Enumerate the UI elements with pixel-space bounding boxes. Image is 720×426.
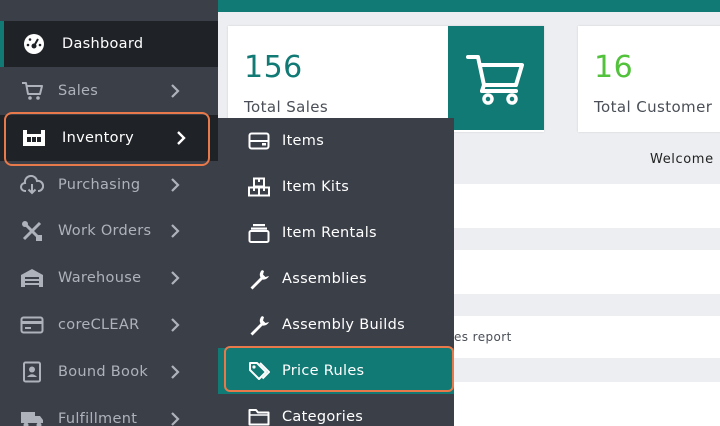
- wrench-icon: [248, 269, 270, 290]
- submenu-item-label: Assemblies: [282, 271, 367, 287]
- sidebar-item-label: coreCLEAR: [58, 317, 140, 333]
- sidebar-item-label: Dashboard: [62, 36, 144, 52]
- app-window: 156 Total Sales 16 Total Customer Welcom…: [0, 0, 720, 426]
- total-sales-caption: Total Sales: [244, 98, 329, 116]
- sidebar-item-purchasing[interactable]: Purchasing: [0, 162, 218, 208]
- total-sales-number: 156: [244, 50, 303, 85]
- chevron-right-icon: [171, 224, 180, 238]
- sidebar-item-warehouse[interactable]: Warehouse: [0, 255, 218, 301]
- inventory-highlight: [4, 112, 210, 166]
- total-customers-card[interactable]: 16 Total Customer: [578, 26, 720, 132]
- chevron-right-icon: [171, 84, 180, 98]
- welcome-heading: Welcome: [650, 152, 714, 167]
- sidebar-item-dashboard[interactable]: Dashboard: [0, 21, 218, 67]
- sidebar: Dashboard Sales Inventory Purchasing Wor…: [0, 0, 218, 426]
- warehouse-icon: [20, 267, 44, 289]
- total-customers-number: 16: [594, 50, 634, 85]
- chevron-right-icon: [171, 365, 180, 379]
- credit-card-icon: [20, 314, 44, 336]
- sidebar-item-sales[interactable]: Sales: [0, 68, 218, 114]
- submenu-item-label: Item Kits: [282, 179, 350, 195]
- sidebar-item-bound-book[interactable]: Bound Book: [0, 349, 218, 395]
- cart-icon: [20, 80, 44, 102]
- chevron-right-icon: [171, 271, 180, 285]
- submenu-item-item-rentals[interactable]: Item Rentals: [218, 210, 454, 256]
- sales-report-link[interactable]: es report: [454, 330, 512, 344]
- sidebar-item-fulfillment[interactable]: Fulfillment: [0, 396, 218, 426]
- sidebar-item-coreclear[interactable]: coreCLEAR: [0, 302, 218, 348]
- submenu-item-label: Items: [282, 133, 325, 149]
- sales-cart-tile: [448, 26, 544, 130]
- folder-icon: [248, 407, 270, 426]
- wrench-icon: [248, 315, 270, 336]
- price-rules-highlight: [224, 346, 454, 392]
- submenu-item-item-kits[interactable]: Item Kits: [218, 164, 454, 210]
- top-header-bar: [218, 0, 720, 12]
- items-icon: [248, 131, 270, 151]
- boxes-icon: [248, 177, 270, 197]
- chevron-right-icon: [171, 178, 180, 192]
- submenu-item-label: Categories: [282, 409, 364, 425]
- total-customers-caption: Total Customer: [594, 98, 713, 116]
- sidebar-item-label: Purchasing: [58, 177, 141, 193]
- submenu-item-categories[interactable]: Categories: [218, 394, 454, 426]
- sidebar-item-label: Sales: [58, 83, 99, 99]
- content-panel: [454, 184, 720, 228]
- truck-icon: [20, 408, 44, 426]
- tools-icon: [20, 220, 44, 242]
- chevron-right-icon: [171, 318, 180, 332]
- submenu-item-assemblies[interactable]: Assemblies: [218, 256, 454, 302]
- content-panel: [454, 250, 720, 294]
- submenu-item-assembly-builds[interactable]: Assembly Builds: [218, 302, 454, 348]
- content-panel: [454, 382, 720, 426]
- sidebar-item-label: Work Orders: [58, 223, 152, 239]
- submenu-item-label: Assembly Builds: [282, 317, 405, 333]
- sidebar-item-label: Bound Book: [58, 364, 149, 380]
- sidebar-item-label: Fulfillment: [58, 411, 138, 426]
- dashboard-icon: [22, 33, 46, 55]
- chevron-right-icon: [171, 412, 180, 426]
- cart-icon: [466, 55, 524, 105]
- sidebar-item-label: Warehouse: [58, 270, 142, 286]
- sidebar-item-work-orders[interactable]: Work Orders: [0, 208, 218, 254]
- submenu-item-label: Item Rentals: [282, 225, 377, 241]
- submenu-item-items[interactable]: Items: [218, 118, 454, 164]
- rentals-icon: [248, 223, 270, 243]
- cloud-download-icon: [20, 174, 44, 196]
- address-book-icon: [20, 361, 44, 383]
